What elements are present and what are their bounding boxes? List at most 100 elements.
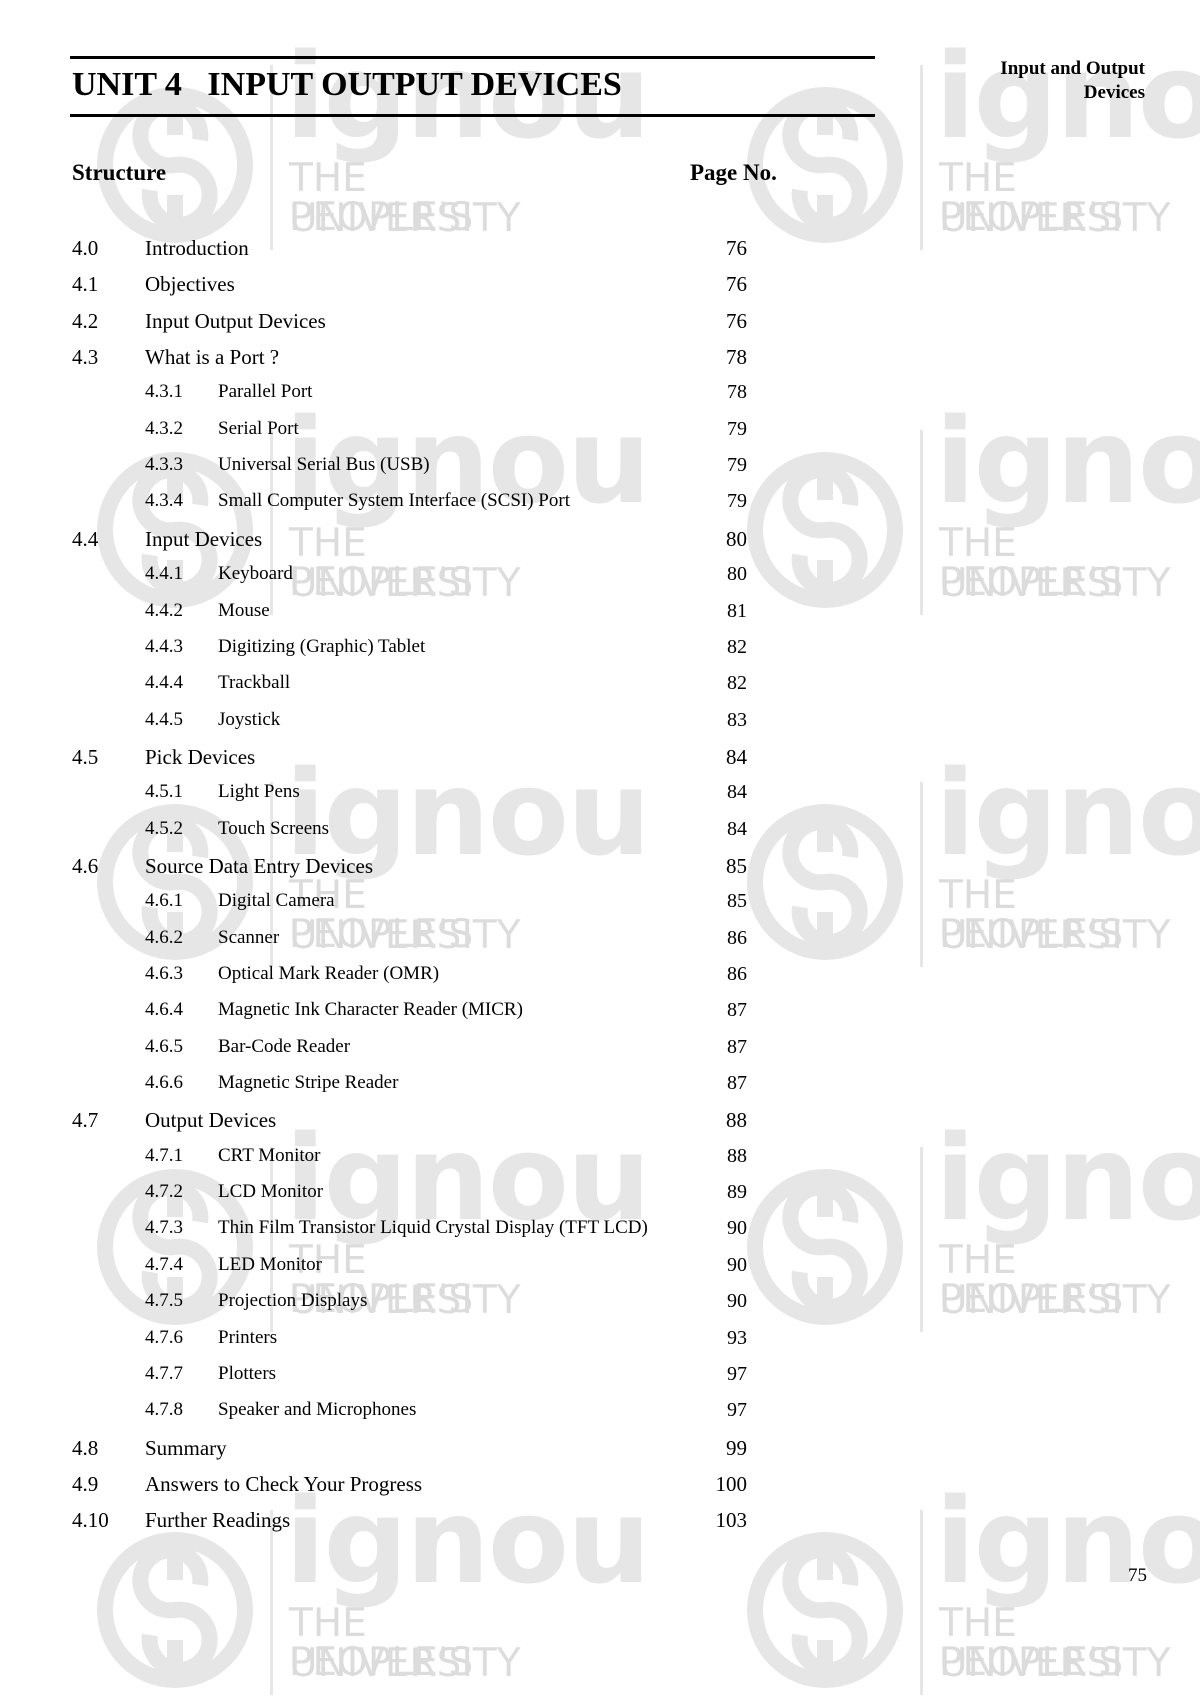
toc-title: Bar-Code Reader bbox=[218, 1036, 351, 1057]
toc-section-row: 4.7 Output Devices 88 bbox=[0, 1108, 760, 1138]
toc-page: 99 bbox=[726, 1436, 747, 1460]
toc-page: 82 bbox=[727, 672, 747, 694]
toc-number: 4.4.5 bbox=[145, 709, 183, 730]
toc-number: 4.8 bbox=[72, 1436, 99, 1460]
toc-title: Magnetic Stripe Reader bbox=[218, 1072, 399, 1093]
toc-section-row: 4.5 Pick Devices 84 bbox=[0, 745, 760, 775]
toc-number: 4.1 bbox=[72, 272, 99, 296]
toc-number: 4.7.5 bbox=[145, 1290, 183, 1311]
watermark-tagline-1: THE PEOPLE'S bbox=[939, 873, 1124, 957]
ignou-watermark: ignou THE PEOPLE'S UNIVERSITY bbox=[745, 754, 1200, 972]
toc-page: 88 bbox=[726, 1108, 747, 1132]
toc-subsection-row: 4.4.4 Trackball 82 bbox=[0, 672, 760, 702]
toc-section-row: 4.9 Answers to Check Your Progress 100 bbox=[0, 1472, 760, 1502]
toc-subsection-row: 4.4.2 Mouse 81 bbox=[0, 600, 760, 630]
toc-section-row: 4.1 Objectives 76 bbox=[0, 272, 760, 302]
toc-page: 97 bbox=[727, 1363, 747, 1385]
watermark-tagline-1: THE PEOPLE'S bbox=[289, 156, 474, 240]
toc-title: Optical Mark Reader (OMR) bbox=[218, 963, 440, 984]
unit-title: UNIT 4 INPUT OUTPUT DEVICES bbox=[72, 66, 622, 103]
toc-subsection-row: 4.3.3 Universal Serial Bus (USB) 79 bbox=[0, 454, 760, 484]
watermark-brand: ignou bbox=[935, 744, 1200, 882]
toc-number: 4.5.1 bbox=[145, 781, 183, 802]
toc-number: 4.3.3 bbox=[145, 454, 183, 475]
toc-number: 4.6.6 bbox=[145, 1072, 183, 1093]
toc-number: 4.3.2 bbox=[145, 418, 183, 439]
toc-page: 80 bbox=[726, 527, 747, 551]
ignou-watermark: ignou THE PEOPLE'S UNIVERSITY bbox=[745, 1482, 1200, 1700]
top-rule bbox=[70, 56, 875, 59]
watermark-tagline-1: THE PEOPLE'S bbox=[289, 1601, 474, 1685]
toc-page: 100 bbox=[715, 1472, 748, 1496]
toc-page: 78 bbox=[726, 345, 747, 369]
ignou-logo-icon bbox=[97, 1532, 253, 1688]
toc-page: 90 bbox=[727, 1254, 747, 1276]
watermark-tagline-1: THE PEOPLE'S bbox=[939, 1601, 1124, 1685]
ignou-watermark: ignou THE PEOPLE'S UNIVERSITY bbox=[745, 402, 1200, 620]
toc-page: 85 bbox=[727, 890, 747, 912]
toc-number: 4.6.2 bbox=[145, 927, 183, 948]
toc-section-row: 4.3 What is a Port ? 78 bbox=[0, 345, 760, 375]
toc-subsection-row: 4.6.1 Digital Camera 85 bbox=[0, 890, 760, 920]
toc-number: 4.7.6 bbox=[145, 1327, 183, 1348]
toc-page: 87 bbox=[727, 1072, 747, 1094]
toc-title: Serial Port bbox=[218, 418, 299, 439]
toc-title: Answers to Check Your Progress bbox=[145, 1472, 423, 1496]
structure-heading: Structure bbox=[72, 160, 167, 185]
toc-page: 79 bbox=[727, 454, 747, 476]
toc-subsection-row: 4.7.1 CRT Monitor 88 bbox=[0, 1145, 760, 1175]
toc-title: Touch Screens bbox=[218, 818, 330, 839]
ignou-logo-icon bbox=[747, 1169, 903, 1325]
toc-title: LED Monitor bbox=[218, 1254, 322, 1275]
toc-title: Further Readings bbox=[145, 1508, 291, 1532]
toc-number: 4.4.4 bbox=[145, 672, 183, 693]
toc-subsection-row: 4.4.1 Keyboard 80 bbox=[0, 563, 760, 593]
running-head-line-2: Devices bbox=[1083, 82, 1145, 103]
watermark-tagline-2: UNIVERSITY bbox=[939, 1278, 1171, 1323]
toc-subsection-row: 4.7.4 LED Monitor 90 bbox=[0, 1254, 760, 1284]
toc-subsection-row: 4.6.5 Bar-Code Reader 87 bbox=[0, 1036, 760, 1066]
toc-number: 4.3.4 bbox=[145, 490, 183, 511]
toc-page: 82 bbox=[727, 636, 747, 658]
toc-title: Summary bbox=[145, 1436, 227, 1460]
toc-title: Joystick bbox=[218, 709, 281, 730]
watermark-brand: ignou bbox=[935, 1109, 1200, 1247]
ignou-logo-icon bbox=[747, 804, 903, 960]
toc-title: Source Data Entry Devices bbox=[145, 854, 373, 878]
ignou-logo-icon bbox=[747, 452, 903, 608]
toc-subsection-row: 4.3.1 Parallel Port 78 bbox=[0, 381, 760, 411]
toc-section-row: 4.6 Source Data Entry Devices 85 bbox=[0, 854, 760, 884]
toc-page: 86 bbox=[727, 963, 747, 985]
page-no-heading: Page No. bbox=[690, 160, 777, 185]
running-head-line-1: Input and Output bbox=[1000, 58, 1145, 79]
watermark-tagline-1: THE PEOPLE'S bbox=[939, 1238, 1124, 1322]
toc-subsection-row: 4.7.3 Thin Film Transistor Liquid Crystal… bbox=[0, 1217, 760, 1247]
watermark-divider bbox=[920, 1147, 923, 1332]
page-number: 75 bbox=[1128, 1565, 1147, 1586]
toc-title: Projection Displays bbox=[218, 1290, 368, 1311]
toc-section-row: 4.8 Summary 99 bbox=[0, 1436, 760, 1466]
toc-subsection-row: 4.3.4 Small Computer System Interface (SC… bbox=[0, 490, 760, 520]
toc-page: 76 bbox=[726, 236, 747, 260]
toc-number: 4.6.4 bbox=[145, 999, 183, 1020]
toc-title: Parallel Port bbox=[218, 381, 313, 402]
watermark-tagline-2: UNIVERSITY bbox=[939, 561, 1171, 606]
toc-number: 4.5 bbox=[72, 745, 99, 769]
watermark-divider bbox=[920, 1510, 923, 1695]
watermark-divider bbox=[920, 65, 923, 250]
toc-page: 84 bbox=[727, 818, 747, 840]
toc-page: 85 bbox=[726, 854, 747, 878]
toc-number: 4.3.1 bbox=[145, 381, 183, 402]
toc-subsection-row: 4.5.1 Light Pens 84 bbox=[0, 781, 760, 811]
toc-title: Plotters bbox=[218, 1363, 277, 1384]
toc-subsection-row: 4.6.3 Optical Mark Reader (OMR) 86 bbox=[0, 963, 760, 993]
toc-number: 4.6 bbox=[72, 854, 99, 878]
toc-page: 97 bbox=[727, 1399, 747, 1421]
ignou-watermark: ignou THE PEOPLE'S UNIVERSITY bbox=[745, 1119, 1200, 1337]
toc-title: Pick Devices bbox=[145, 745, 256, 769]
toc-title: Objectives bbox=[145, 272, 235, 296]
toc-number: 4.7.1 bbox=[145, 1145, 183, 1166]
watermark-divider bbox=[920, 782, 923, 967]
toc-number: 4.7.4 bbox=[145, 1254, 183, 1275]
toc-title: What is a Port ? bbox=[145, 345, 280, 369]
